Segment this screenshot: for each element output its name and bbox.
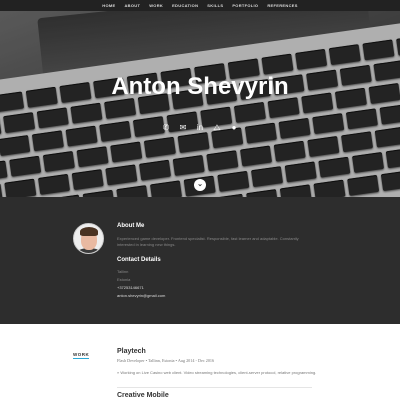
about-description: Experienced game developer. Frontend spe… — [117, 236, 299, 247]
nav-references[interactable]: REFERENCES — [267, 3, 297, 8]
contact-city: Tallinn — [117, 269, 129, 274]
top-nav: HOME ABOUT WORK EDUCATION SKILLS PORTFOL… — [0, 0, 400, 11]
nav-home[interactable]: HOME — [102, 3, 115, 8]
divider — [117, 387, 312, 388]
nav-work[interactable]: WORK — [149, 3, 163, 8]
email-icon[interactable]: ✉ — [178, 123, 188, 133]
contact-heading: Contact Details — [117, 257, 161, 263]
about-section: About Me Experienced game developer. Fro… — [0, 197, 400, 324]
github-icon[interactable]: ● — [229, 123, 239, 133]
avatar-hair — [80, 227, 98, 236]
scroll-down-icon[interactable]: ⌄ — [194, 179, 206, 191]
job-company: Playtech — [117, 348, 146, 355]
linkedin-icon[interactable]: in — [195, 123, 205, 133]
phone-icon[interactable]: ✆ — [161, 123, 171, 133]
game-icon[interactable]: ⧍ — [212, 123, 222, 133]
section-label-work: WORK — [73, 352, 90, 357]
work-section: WORK Playtech Flash Developer • Tallinn,… — [0, 324, 400, 400]
social-links: ✆ ✉ in ⧍ ● — [0, 123, 400, 133]
nav-education[interactable]: EDUCATION — [172, 3, 198, 8]
about-heading: About Me — [117, 223, 145, 229]
section-label-underline — [73, 358, 89, 359]
nav-portfolio[interactable]: PORTFOLIO — [232, 3, 258, 8]
nav-about[interactable]: ABOUT — [124, 3, 140, 8]
contact-phone[interactable]: +37253146671 — [117, 285, 144, 290]
contact-country: Estonia — [117, 277, 131, 282]
page-title: Anton Shevyrin — [111, 73, 289, 100]
hero-section: Anton Shevyrin ✆ ✉ in ⧍ ● ⌄ — [0, 11, 400, 197]
job-company-next: Creative Mobile — [117, 392, 169, 399]
job-meta: Flash Developer • Tallinn, Estonia • Aug… — [117, 358, 215, 363]
job-description: » Working on Live Casino web client. Vid… — [117, 370, 317, 375]
nav-skills[interactable]: SKILLS — [207, 3, 223, 8]
hero-overlay — [0, 11, 400, 197]
avatar — [73, 223, 104, 254]
contact-email[interactable]: anton.shevyrin@gmail.com — [117, 293, 165, 298]
